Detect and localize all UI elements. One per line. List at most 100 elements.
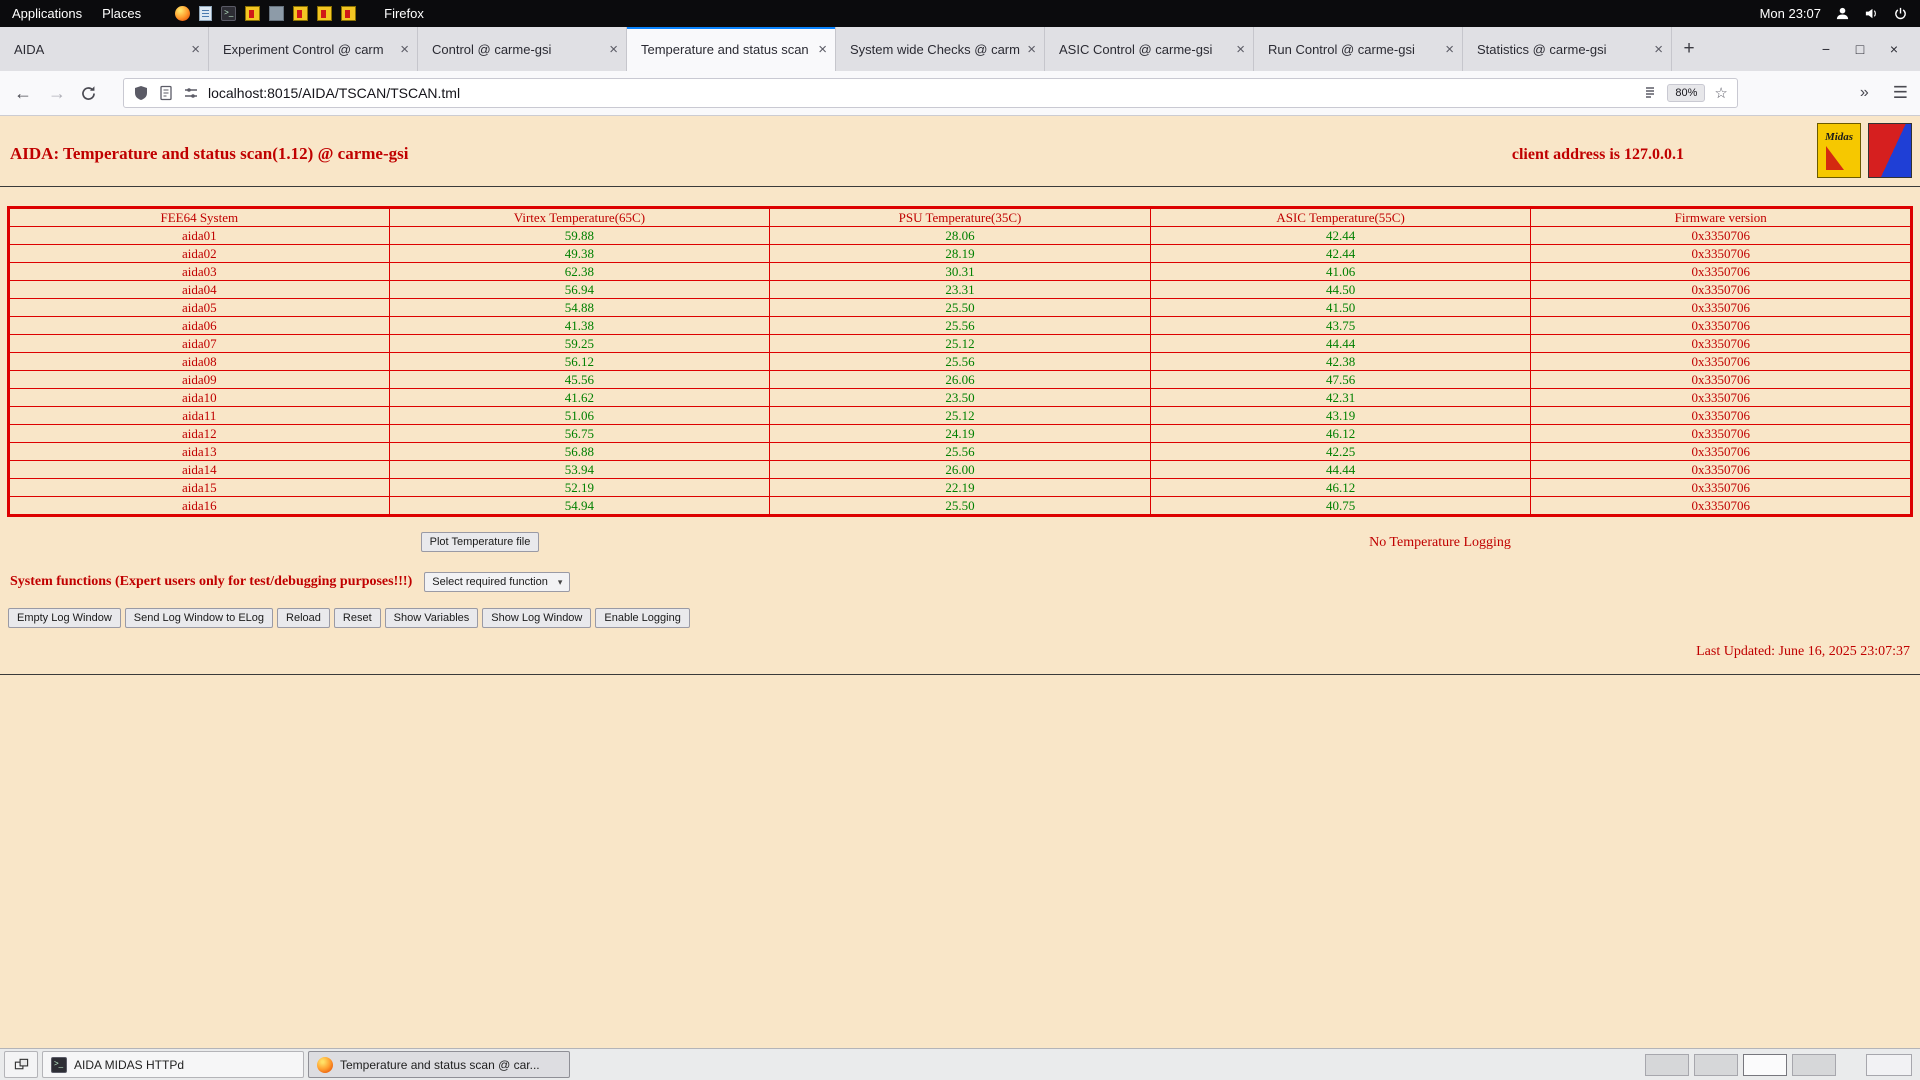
asic-temperature-cell: 42.25 (1150, 443, 1531, 461)
fee64-system-cell: aida09 (9, 371, 390, 389)
action-button[interactable]: Show Log Window (482, 608, 591, 628)
asic-temperature-cell: 46.12 (1150, 479, 1531, 497)
tab-close-icon[interactable]: × (609, 42, 618, 57)
midas-window-icon[interactable] (317, 6, 332, 21)
tab-close-icon[interactable]: × (191, 42, 200, 57)
reader-mode-icon[interactable] (1642, 85, 1658, 101)
browser-tab[interactable]: ASIC Control @ carme-gsi × (1045, 27, 1254, 71)
user-icon[interactable] (1835, 6, 1850, 21)
browser-tab[interactable]: Statistics @ carme-gsi × (1463, 27, 1672, 71)
fee64-system-cell: aida06 (9, 317, 390, 335)
action-button[interactable]: Send Log Window to ELog (125, 608, 273, 628)
workspace-2[interactable] (1694, 1054, 1738, 1076)
asic-temperature-cell: 43.75 (1150, 317, 1531, 335)
top-bar-right: Mon 23:07 (1760, 6, 1908, 21)
midas-window-icon[interactable] (341, 6, 356, 21)
applications-menu[interactable]: Applications (12, 6, 82, 21)
taskbar-window-httpd[interactable]: AIDA MIDAS HTTPd (42, 1051, 304, 1078)
terminal-icon (51, 1057, 67, 1073)
tab-close-icon[interactable]: × (1027, 42, 1036, 57)
psu-temperature-cell: 25.12 (770, 335, 1151, 353)
client-address: client address is 127.0.0.1 (1512, 146, 1684, 164)
psu-temperature-cell: 26.06 (770, 371, 1151, 389)
function-select[interactable]: Select required function ▾ (424, 572, 570, 592)
fee64-system-cell: aida01 (9, 227, 390, 245)
psu-temperature-cell: 25.50 (770, 497, 1151, 516)
taskbar-window-firefox[interactable]: Temperature and status scan @ car... (308, 1051, 570, 1078)
midas-window-icon[interactable] (293, 6, 308, 21)
action-button[interactable]: Empty Log Window (8, 608, 121, 628)
firmware-version-cell: 0x3350706 (1531, 461, 1912, 479)
chevron-down-icon: ▾ (558, 577, 563, 588)
institute-logo (1868, 123, 1912, 178)
tab-close-icon[interactable]: × (400, 42, 409, 57)
action-button[interactable]: Reset (334, 608, 381, 628)
fee64-system-cell: aida10 (9, 389, 390, 407)
firmware-version-cell: 0x3350706 (1531, 353, 1912, 371)
overflow-menu-icon[interactable]: » (1860, 84, 1869, 102)
back-button[interactable]: ← (12, 84, 34, 102)
taskbar: AIDA MIDAS HTTPd Temperature and status … (0, 1048, 1920, 1080)
forward-button[interactable]: → (46, 84, 68, 102)
show-desktop-button[interactable] (4, 1051, 38, 1078)
firefox-icon[interactable] (175, 6, 190, 21)
action-button[interactable]: Reload (277, 608, 330, 628)
url-bar[interactable]: localhost:8015/AIDA/TSCAN/TSCAN.tml 80% … (123, 78, 1738, 108)
window-close-button[interactable]: × (1880, 41, 1908, 57)
tab-close-icon[interactable]: × (818, 42, 827, 57)
files-icon[interactable] (199, 6, 212, 21)
plot-temperature-button[interactable]: Plot Temperature file (421, 532, 540, 552)
app-window-icon[interactable] (269, 6, 284, 21)
places-menu[interactable]: Places (102, 6, 141, 21)
page-title: AIDA: Temperature and status scan(1.12) … (10, 144, 408, 164)
active-app-label[interactable]: Firefox (384, 6, 424, 21)
browser-tab[interactable]: Experiment Control @ carm × (209, 27, 418, 71)
browser-tab[interactable]: Run Control @ carme-gsi × (1254, 27, 1463, 71)
taskbar-applet (1866, 1054, 1912, 1076)
tab-close-icon[interactable]: × (1654, 42, 1663, 57)
table-row: aida10 41.62 23.50 42.31 0x3350706 (9, 389, 1912, 407)
workspace-1[interactable] (1645, 1054, 1689, 1076)
midas-window-icon[interactable] (245, 6, 260, 21)
virtex-temperature-cell: 56.94 (389, 281, 770, 299)
browser-tab[interactable]: System wide Checks @ carm × (836, 27, 1045, 71)
window-minimize-button[interactable]: − (1812, 41, 1840, 57)
fee64-system-cell: aida03 (9, 263, 390, 281)
window-maximize-button[interactable]: □ (1846, 41, 1874, 57)
browser-tab[interactable]: AIDA × (0, 27, 209, 71)
permissions-icon[interactable] (183, 85, 199, 101)
table-row: aida07 59.25 25.12 44.44 0x3350706 (9, 335, 1912, 353)
firmware-version-cell: 0x3350706 (1531, 335, 1912, 353)
clock[interactable]: Mon 23:07 (1760, 6, 1821, 21)
system-functions-row: System functions (Expert users only for … (10, 572, 1920, 592)
tab-close-icon[interactable]: × (1236, 42, 1245, 57)
action-button[interactable]: Enable Logging (595, 608, 689, 628)
workspace-3[interactable] (1743, 1054, 1787, 1076)
taskbar-spacer (574, 1051, 1641, 1078)
volume-icon[interactable] (1864, 6, 1879, 21)
virtex-temperature-cell: 62.38 (389, 263, 770, 281)
virtex-temperature-cell: 56.88 (389, 443, 770, 461)
tracking-protection-icon[interactable] (133, 85, 149, 101)
tab-close-icon[interactable]: × (1445, 42, 1454, 57)
browser-tab[interactable]: Control @ carme-gsi × (418, 27, 627, 71)
psu-temperature-cell: 25.50 (770, 299, 1151, 317)
browser-tab[interactable]: Temperature and status scan × (627, 27, 836, 71)
reload-button[interactable] (80, 85, 97, 102)
table-row: aida04 56.94 23.31 44.50 0x3350706 (9, 281, 1912, 299)
action-button[interactable]: Show Variables (385, 608, 479, 628)
logos: Midas (1817, 123, 1912, 178)
hamburger-menu-icon[interactable]: ☰ (1893, 83, 1908, 103)
psu-temperature-cell: 28.19 (770, 245, 1151, 263)
asic-temperature-cell: 44.44 (1150, 461, 1531, 479)
workspace-4[interactable] (1792, 1054, 1836, 1076)
url-text[interactable]: localhost:8015/AIDA/TSCAN/TSCAN.tml (208, 85, 1633, 101)
firmware-version-cell: 0x3350706 (1531, 371, 1912, 389)
zoom-level-button[interactable]: 80% (1667, 84, 1705, 102)
bookmark-star-icon[interactable]: ☆ (1714, 86, 1727, 101)
new-tab-button[interactable]: + (1672, 27, 1706, 71)
terminal-icon[interactable] (221, 6, 236, 21)
power-icon[interactable] (1893, 6, 1908, 21)
divider (0, 186, 1920, 187)
page-info-icon[interactable] (158, 85, 174, 101)
